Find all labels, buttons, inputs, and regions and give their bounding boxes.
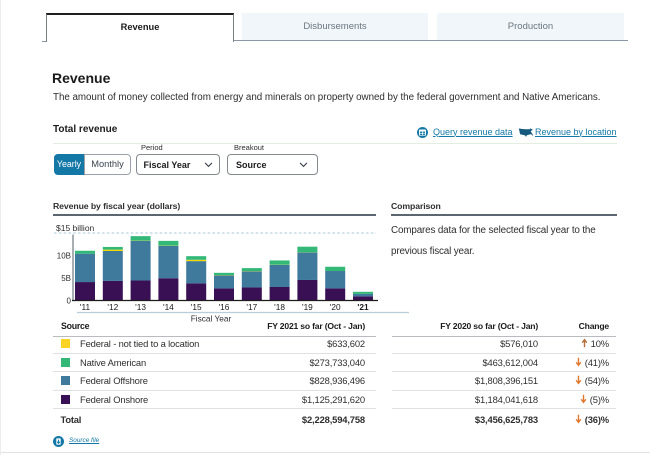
svg-text:'15: '15 bbox=[191, 302, 202, 312]
svg-text:10B: 10B bbox=[57, 252, 71, 261]
svg-text:'18: '18 bbox=[274, 302, 285, 312]
svg-text:5B: 5B bbox=[61, 274, 71, 283]
svg-text:$15 billion: $15 billion bbox=[56, 223, 95, 233]
svg-text:'17: '17 bbox=[246, 302, 257, 312]
svg-text:'11: '11 bbox=[80, 302, 91, 312]
svg-text:0: 0 bbox=[67, 297, 72, 306]
svg-text:'14: '14 bbox=[163, 302, 174, 312]
svg-text:'13: '13 bbox=[135, 302, 146, 312]
svg-text:'19: '19 bbox=[302, 302, 313, 312]
svg-text:'16: '16 bbox=[219, 302, 230, 312]
svg-text:'21: '21 bbox=[357, 302, 369, 312]
svg-text:'12: '12 bbox=[107, 302, 118, 312]
svg-text:'20: '20 bbox=[330, 302, 341, 312]
